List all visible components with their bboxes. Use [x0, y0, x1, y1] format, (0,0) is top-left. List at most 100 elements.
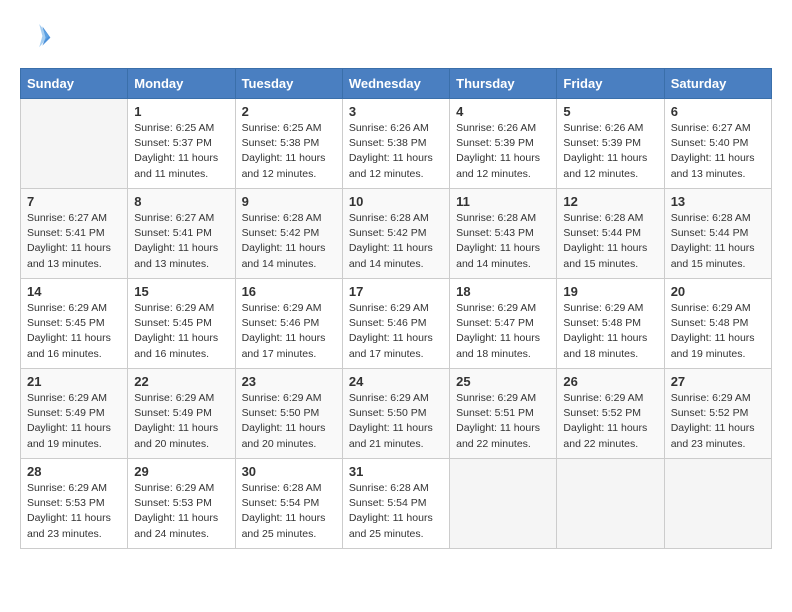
day-info: Sunrise: 6:27 AM Sunset: 5:40 PM Dayligh…	[671, 121, 765, 182]
calendar-cell: 2 Sunrise: 6:25 AM Sunset: 5:38 PM Daylig…	[235, 99, 342, 189]
day-number: 30	[242, 464, 336, 479]
calendar-cell: 26 Sunrise: 6:29 AM Sunset: 5:52 PM Dayli…	[557, 369, 664, 459]
calendar-cell: 18Sunrise: 6:29 AM Sunset: 5:47 PM Dayli…	[450, 279, 557, 369]
logo	[20, 20, 56, 52]
day-number: 8	[134, 194, 228, 209]
day-number: 25	[456, 374, 550, 389]
day-number: 15	[134, 284, 228, 299]
calendar-cell: 7Sunrise: 6:27 AM Sunset: 5:41 PM Daylig…	[21, 189, 128, 279]
calendar-cell	[21, 99, 128, 189]
day-info: Sunrise: 6:29 AM Sunset: 5:45 PM Dayligh…	[134, 301, 228, 362]
calendar-cell: 22Sunrise: 6:29 AM Sunset: 5:49 PM Dayli…	[128, 369, 235, 459]
day-info: Sunrise: 6:28 AM Sunset: 5:42 PM Dayligh…	[349, 211, 443, 272]
day-number: 11	[456, 194, 550, 209]
day-info: Sunrise: 6:28 AM Sunset: 5:54 PM Dayligh…	[242, 481, 336, 542]
day-number: 24	[349, 374, 443, 389]
day-number: 22	[134, 374, 228, 389]
column-header-sunday: Sunday	[21, 69, 128, 99]
calendar-cell: 25 Sunrise: 6:29 AM Sunset: 5:51 PM Dayli…	[450, 369, 557, 459]
day-info: Sunrise: 6:28 AM Sunset: 5:43 PM Dayligh…	[456, 211, 550, 272]
day-number: 26	[563, 374, 657, 389]
logo-icon	[20, 20, 52, 52]
day-number: 29	[134, 464, 228, 479]
calendar-header: SundayMondayTuesdayWednesdayThursdayFrid…	[21, 69, 772, 99]
day-info: Sunrise: 6:29 AM Sunset: 5:49 PM Dayligh…	[27, 391, 121, 452]
calendar-cell	[664, 459, 771, 549]
calendar-cell: 21Sunrise: 6:29 AM Sunset: 5:49 PM Dayli…	[21, 369, 128, 459]
day-number: 28	[27, 464, 121, 479]
calendar-cell: 6 Sunrise: 6:27 AM Sunset: 5:40 PM Daylig…	[664, 99, 771, 189]
day-info: Sunrise: 6:29 AM Sunset: 5:50 PM Dayligh…	[349, 391, 443, 452]
calendar-cell: 16 Sunrise: 6:29 AM Sunset: 5:46 PM Dayli…	[235, 279, 342, 369]
calendar-cell: 8Sunrise: 6:27 AM Sunset: 5:41 PM Daylig…	[128, 189, 235, 279]
calendar-cell: 9Sunrise: 6:28 AM Sunset: 5:42 PM Daylig…	[235, 189, 342, 279]
calendar-week-row: 28 Sunrise: 6:29 AM Sunset: 5:53 PM Dayli…	[21, 459, 772, 549]
day-number: 19	[563, 284, 657, 299]
day-info: Sunrise: 6:28 AM Sunset: 5:44 PM Dayligh…	[671, 211, 765, 272]
calendar-week-row: 1 Sunrise: 6:25 AM Sunset: 5:37 PM Daylig…	[21, 99, 772, 189]
calendar-week-row: 21Sunrise: 6:29 AM Sunset: 5:49 PM Dayli…	[21, 369, 772, 459]
day-number: 14	[27, 284, 121, 299]
calendar-cell: 19Sunrise: 6:29 AM Sunset: 5:48 PM Dayli…	[557, 279, 664, 369]
day-number: 4	[456, 104, 550, 119]
day-number: 2	[242, 104, 336, 119]
day-number: 1	[134, 104, 228, 119]
day-info: Sunrise: 6:25 AM Sunset: 5:38 PM Dayligh…	[242, 121, 336, 182]
day-number: 20	[671, 284, 765, 299]
day-info: Sunrise: 6:28 AM Sunset: 5:44 PM Dayligh…	[563, 211, 657, 272]
calendar-cell: 28 Sunrise: 6:29 AM Sunset: 5:53 PM Dayli…	[21, 459, 128, 549]
calendar-body: 1 Sunrise: 6:25 AM Sunset: 5:37 PM Daylig…	[21, 99, 772, 549]
calendar-cell: 15 Sunrise: 6:29 AM Sunset: 5:45 PM Dayli…	[128, 279, 235, 369]
day-info: Sunrise: 6:27 AM Sunset: 5:41 PM Dayligh…	[27, 211, 121, 272]
calendar-table: SundayMondayTuesdayWednesdayThursdayFrid…	[20, 68, 772, 549]
day-info: Sunrise: 6:29 AM Sunset: 5:48 PM Dayligh…	[671, 301, 765, 362]
day-info: Sunrise: 6:26 AM Sunset: 5:39 PM Dayligh…	[456, 121, 550, 182]
day-info: Sunrise: 6:29 AM Sunset: 5:53 PM Dayligh…	[134, 481, 228, 542]
calendar-cell: 4 Sunrise: 6:26 AM Sunset: 5:39 PM Daylig…	[450, 99, 557, 189]
calendar-cell: 10 Sunrise: 6:28 AM Sunset: 5:42 PM Dayli…	[342, 189, 449, 279]
calendar-cell: 5 Sunrise: 6:26 AM Sunset: 5:39 PM Daylig…	[557, 99, 664, 189]
day-info: Sunrise: 6:26 AM Sunset: 5:38 PM Dayligh…	[349, 121, 443, 182]
day-number: 5	[563, 104, 657, 119]
column-header-thursday: Thursday	[450, 69, 557, 99]
day-info: Sunrise: 6:29 AM Sunset: 5:53 PM Dayligh…	[27, 481, 121, 542]
calendar-cell: 13 Sunrise: 6:28 AM Sunset: 5:44 PM Dayli…	[664, 189, 771, 279]
day-number: 17	[349, 284, 443, 299]
column-header-saturday: Saturday	[664, 69, 771, 99]
day-info: Sunrise: 6:29 AM Sunset: 5:51 PM Dayligh…	[456, 391, 550, 452]
day-info: Sunrise: 6:26 AM Sunset: 5:39 PM Dayligh…	[563, 121, 657, 182]
day-number: 27	[671, 374, 765, 389]
calendar-cell: 24 Sunrise: 6:29 AM Sunset: 5:50 PM Dayli…	[342, 369, 449, 459]
day-info: Sunrise: 6:29 AM Sunset: 5:50 PM Dayligh…	[242, 391, 336, 452]
page-header	[20, 20, 772, 52]
day-info: Sunrise: 6:28 AM Sunset: 5:42 PM Dayligh…	[242, 211, 336, 272]
column-header-tuesday: Tuesday	[235, 69, 342, 99]
day-info: Sunrise: 6:29 AM Sunset: 5:46 PM Dayligh…	[349, 301, 443, 362]
day-info: Sunrise: 6:28 AM Sunset: 5:54 PM Dayligh…	[349, 481, 443, 542]
calendar-cell: 1 Sunrise: 6:25 AM Sunset: 5:37 PM Daylig…	[128, 99, 235, 189]
calendar-cell: 20 Sunrise: 6:29 AM Sunset: 5:48 PM Dayli…	[664, 279, 771, 369]
day-number: 3	[349, 104, 443, 119]
day-number: 6	[671, 104, 765, 119]
day-info: Sunrise: 6:29 AM Sunset: 5:52 PM Dayligh…	[671, 391, 765, 452]
calendar-cell: 30 Sunrise: 6:28 AM Sunset: 5:54 PM Dayli…	[235, 459, 342, 549]
calendar-cell: 31Sunrise: 6:28 AM Sunset: 5:54 PM Dayli…	[342, 459, 449, 549]
day-info: Sunrise: 6:25 AM Sunset: 5:37 PM Dayligh…	[134, 121, 228, 182]
day-number: 12	[563, 194, 657, 209]
day-info: Sunrise: 6:29 AM Sunset: 5:45 PM Dayligh…	[27, 301, 121, 362]
calendar-week-row: 14 Sunrise: 6:29 AM Sunset: 5:45 PM Dayli…	[21, 279, 772, 369]
day-number: 10	[349, 194, 443, 209]
calendar-cell: 29 Sunrise: 6:29 AM Sunset: 5:53 PM Dayli…	[128, 459, 235, 549]
day-number: 18	[456, 284, 550, 299]
calendar-cell: 23 Sunrise: 6:29 AM Sunset: 5:50 PM Dayli…	[235, 369, 342, 459]
day-info: Sunrise: 6:29 AM Sunset: 5:46 PM Dayligh…	[242, 301, 336, 362]
calendar-week-row: 7Sunrise: 6:27 AM Sunset: 5:41 PM Daylig…	[21, 189, 772, 279]
calendar-cell: 14 Sunrise: 6:29 AM Sunset: 5:45 PM Dayli…	[21, 279, 128, 369]
day-number: 23	[242, 374, 336, 389]
column-header-monday: Monday	[128, 69, 235, 99]
day-number: 13	[671, 194, 765, 209]
calendar-cell	[450, 459, 557, 549]
day-info: Sunrise: 6:29 AM Sunset: 5:52 PM Dayligh…	[563, 391, 657, 452]
column-header-wednesday: Wednesday	[342, 69, 449, 99]
day-number: 16	[242, 284, 336, 299]
